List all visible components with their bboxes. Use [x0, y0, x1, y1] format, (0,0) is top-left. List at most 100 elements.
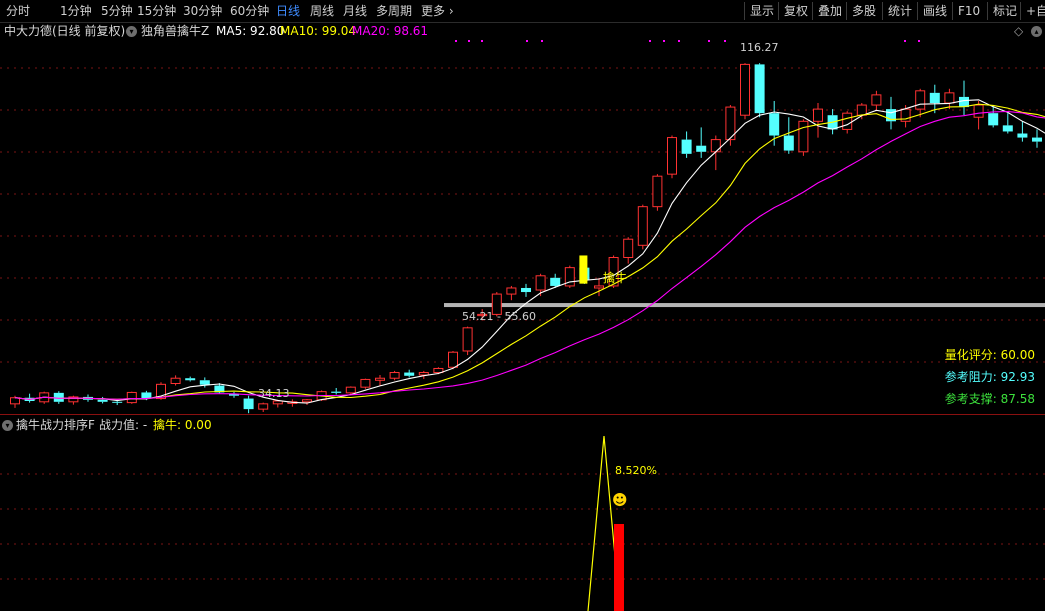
candle	[725, 105, 736, 146]
candle-body	[345, 386, 356, 394]
percent-label: 8.520%	[615, 464, 657, 477]
add-custom-button[interactable]: +自	[1020, 2, 1045, 20]
candle-body	[10, 397, 20, 405]
zhanli-sub-chart[interactable]: 8.520% ☻	[0, 434, 1045, 611]
signal-dot	[468, 40, 470, 42]
ma10-value: MA10: 99.04	[280, 24, 357, 38]
mark-button[interactable]: 标记	[987, 2, 1022, 20]
tab-daily[interactable]: 日线	[276, 3, 300, 19]
candle-body	[272, 400, 283, 405]
candle	[696, 127, 707, 158]
candle	[856, 103, 867, 120]
signal-dot	[649, 40, 651, 42]
candle-body	[404, 372, 415, 376]
signal-bar	[579, 255, 588, 284]
candle-body	[185, 378, 196, 381]
candle-body	[944, 92, 955, 104]
candle-body	[915, 90, 926, 110]
candle-body	[681, 139, 692, 154]
candle	[637, 204, 648, 250]
candle	[24, 393, 35, 403]
ma5-value: MA5: 92.80	[216, 24, 285, 38]
tab-weekly[interactable]: 周线	[310, 3, 334, 19]
candle	[97, 396, 108, 404]
draw-line-button[interactable]: 画线	[917, 2, 952, 20]
candle-body	[258, 403, 269, 410]
indicator-name[interactable]: 独角兽擒牛Z	[141, 24, 209, 38]
candle-body	[798, 120, 809, 153]
zhanli-value: 战力值: -	[99, 418, 148, 432]
rights-adjust-button[interactable]: 复权	[778, 2, 813, 20]
candle-body	[170, 377, 181, 385]
tab-60min[interactable]: 60分钟	[230, 3, 269, 19]
candle	[404, 369, 415, 378]
ma5-line	[14, 99, 1045, 404]
candle	[1032, 129, 1042, 148]
candle-body	[856, 104, 867, 116]
sub-indicator-header: ▾ 擒牛战力排序F 战力值: - 擒牛: 0.00	[0, 416, 1045, 434]
candle-body	[652, 175, 663, 208]
panel-divider[interactable]	[0, 414, 1045, 415]
signal-label: 擒牛	[603, 270, 627, 285]
sub-indicator-name[interactable]: 擒牛战力排序F	[16, 418, 95, 432]
tab-more[interactable]: 更多 ›	[421, 3, 454, 19]
candle	[681, 131, 692, 158]
candle-body	[988, 113, 999, 126]
tab-minute-time[interactable]: 分时	[6, 3, 30, 19]
candle	[258, 402, 269, 412]
overlay-button[interactable]: 叠加	[812, 2, 847, 20]
candle-body	[871, 94, 882, 106]
diamond-icon[interactable]: ◇	[1014, 24, 1023, 38]
candle	[375, 374, 385, 386]
candle	[652, 174, 663, 211]
stock-title: 中大力德(日线 前复权)	[4, 24, 126, 38]
f10-button[interactable]: F10	[952, 2, 985, 20]
candle	[462, 326, 473, 356]
candle-body	[418, 372, 429, 376]
collapse-icon[interactable]: ▴	[1031, 24, 1042, 38]
candlestick-chart[interactable]: 116.27 34.13 54.21 - 55.60 擒牛	[0, 40, 1045, 414]
qinniu-value: 擒牛: 0.00	[153, 418, 212, 432]
tab-5min[interactable]: 5分钟	[101, 3, 133, 19]
candle-body	[769, 113, 780, 136]
quant-score: 量化评分: 60.00	[945, 346, 1035, 363]
ref-support: 参考支撑: 87.58	[945, 390, 1035, 407]
signal-dot	[678, 40, 680, 42]
candle	[754, 63, 765, 118]
multi-stock-button[interactable]: 多股	[846, 2, 881, 20]
candle	[798, 119, 809, 156]
candle	[1002, 113, 1013, 134]
candle-body	[1002, 125, 1013, 132]
candle-body	[783, 135, 794, 151]
tab-1min[interactable]: 1分钟	[60, 3, 92, 19]
candle-body	[754, 64, 765, 114]
sub-settings-icon[interactable]: ▾	[2, 418, 13, 432]
candle-body	[550, 277, 561, 286]
candle-body	[623, 238, 634, 258]
candle	[360, 378, 371, 389]
candle	[813, 103, 823, 138]
low-price-label: 34.13	[258, 387, 290, 400]
tab-15min[interactable]: 15分钟	[137, 3, 176, 19]
tab-monthly[interactable]: 月线	[343, 3, 367, 19]
tab-30min[interactable]: 30分钟	[183, 3, 222, 19]
candle-body	[929, 92, 940, 104]
quant-score-label: 量化评分:	[944, 348, 1001, 362]
candle	[229, 392, 239, 398]
candle	[243, 395, 254, 414]
tab-multi-period[interactable]: 多周期	[376, 3, 412, 19]
range-line	[444, 303, 1045, 308]
candle-body	[1032, 137, 1042, 142]
candle	[68, 395, 79, 405]
candle	[667, 135, 677, 179]
indicator-settings-icon[interactable]: ▾	[126, 24, 137, 38]
candle	[126, 391, 137, 404]
display-button[interactable]: 显示	[744, 2, 779, 20]
period-toolbar: 分时 1分钟 5分钟 15分钟 30分钟 60分钟 日线 周线 月线 多周期 更…	[0, 0, 1045, 23]
candle	[506, 285, 517, 301]
main-indicator-header: 中大力德(日线 前复权) ▾ 独角兽擒牛Z MA5: 92.80 MA10: 9…	[0, 22, 1045, 40]
range-label: 54.21 - 55.60	[462, 310, 536, 323]
candle	[740, 63, 750, 120]
statistics-button[interactable]: 统计	[882, 2, 917, 20]
quant-score-value: 60.00	[1000, 348, 1035, 362]
